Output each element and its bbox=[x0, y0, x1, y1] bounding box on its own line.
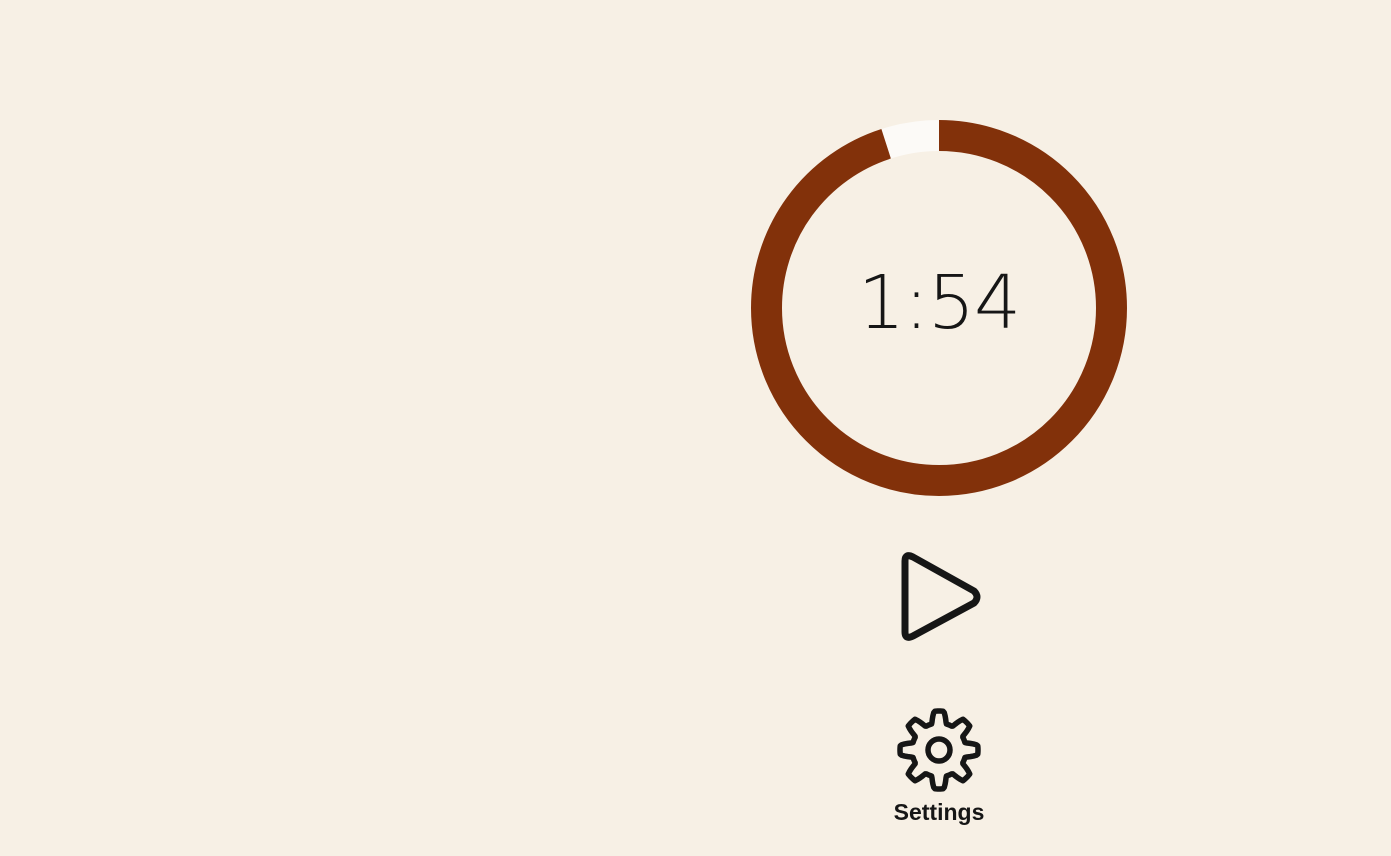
play-icon bbox=[901, 552, 981, 641]
settings-label: Settings bbox=[893, 799, 985, 825]
settings-button[interactable]: Settings bbox=[879, 705, 999, 826]
timer-display: 1:54 bbox=[857, 260, 1021, 346]
play-button[interactable] bbox=[890, 545, 990, 645]
gear-icon bbox=[897, 708, 981, 792]
